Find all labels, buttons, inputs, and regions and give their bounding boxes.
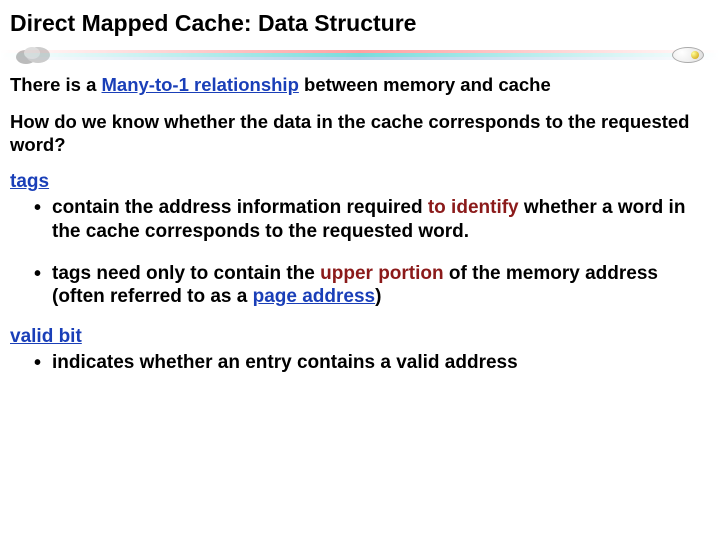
tags-bullet-1: contain the address information required… [10, 196, 710, 244]
valid-bit-block: valid bit indicates whether an entry con… [10, 325, 710, 375]
text: between memory and cache [299, 74, 551, 95]
slide-title: Direct Mapped Cache: Data Structure [0, 0, 720, 41]
valid-bit-bullet-1: indicates whether an entry contains a va… [10, 351, 710, 375]
tags-block: tags contain the address information req… [10, 170, 710, 309]
emphasis-upper-portion: upper portion [320, 263, 443, 284]
emphasis-identify: to identify [428, 197, 519, 218]
text: tags need only to contain the [52, 263, 320, 284]
intro-question: How do we know whether the data in the c… [10, 110, 710, 156]
tags-bullet-2: tags need only to contain the upper port… [10, 262, 710, 310]
relationship-phrase: Many-to-1 relationship [102, 74, 299, 95]
slide-body: There is a Many-to-1 relationship betwee… [0, 73, 720, 375]
title-divider [0, 41, 720, 67]
valid-bit-heading: valid bit [10, 325, 710, 349]
text: There is a [10, 74, 102, 95]
text: contain the address information required [52, 197, 428, 218]
text: ) [375, 286, 381, 307]
emphasis-page-address: page address [253, 286, 376, 307]
orb-icon [672, 47, 704, 63]
intro-line-1: There is a Many-to-1 relationship betwee… [10, 73, 710, 96]
tags-heading: tags [10, 170, 710, 194]
